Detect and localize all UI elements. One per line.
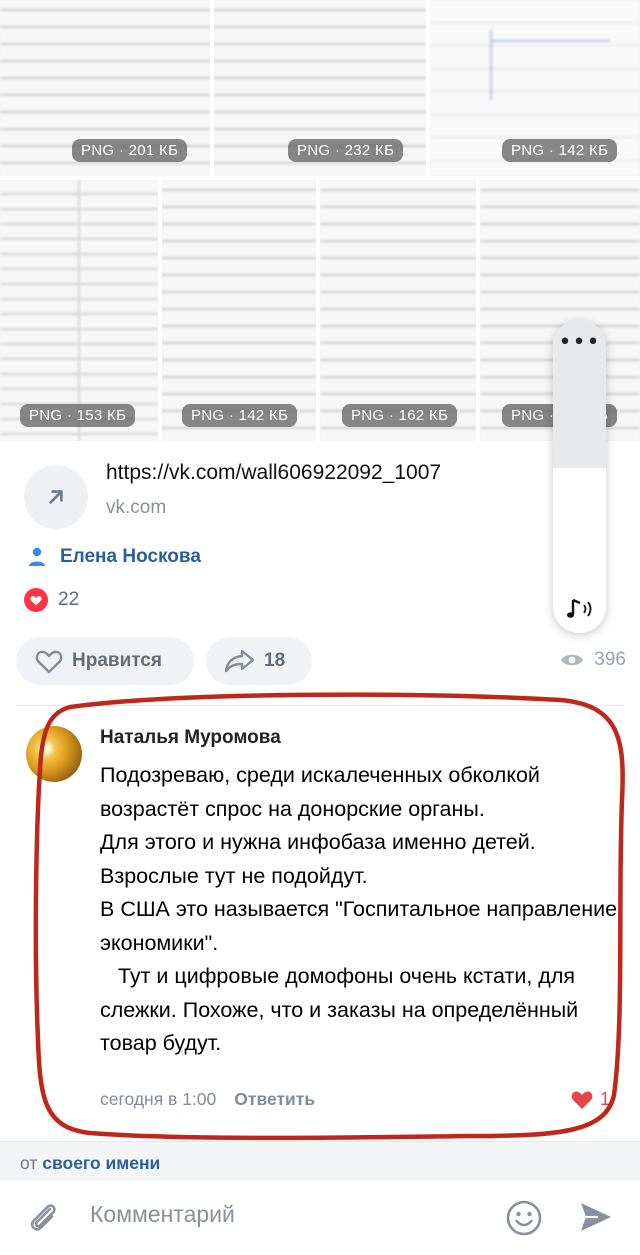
comment-text: Подозреваю, среди искалеченных обколкой … bbox=[100, 763, 618, 1055]
like-button-label: Нравится bbox=[72, 650, 162, 671]
comment-time: сегодня в 1:00 bbox=[100, 1089, 217, 1109]
heart-outline-icon bbox=[35, 650, 63, 674]
attachment-thumb[interactable]: PNG · 142 КБ bbox=[430, 0, 640, 180]
attachment-thumb[interactable]: PNG · 162 КБ bbox=[320, 180, 480, 445]
heart-filled-icon bbox=[571, 1091, 593, 1109]
file-size-badge: PNG · 162 КБ bbox=[342, 404, 458, 427]
file-size-badge: PNG · 153 КБ bbox=[20, 404, 136, 427]
like-button[interactable]: Нравится bbox=[16, 637, 194, 685]
more-menu-icon[interactable]: ••• bbox=[553, 330, 606, 355]
attachment-thumb[interactable]: PNG · 201 КБ bbox=[0, 0, 214, 180]
likes-count: 22 bbox=[58, 589, 80, 610]
link-url[interactable]: https://vk.com/wall606922092_1007 bbox=[106, 461, 441, 485]
reply-as-prefix: от bbox=[20, 1153, 38, 1173]
views-count: 396 bbox=[594, 649, 626, 670]
emoji-icon[interactable] bbox=[505, 1199, 543, 1241]
avatar[interactable] bbox=[26, 726, 82, 782]
file-size-badge: PNG · 201 КБ bbox=[72, 139, 188, 162]
share-arrow-icon bbox=[224, 649, 255, 673]
comment-input[interactable] bbox=[90, 1201, 490, 1228]
views-counter: 396 bbox=[560, 649, 626, 671]
post-action-bar: Нравится 18 396 bbox=[16, 637, 626, 687]
share-button[interactable]: 18 bbox=[206, 637, 312, 685]
comment-meta: сегодня в 1:00 Ответить bbox=[100, 1089, 315, 1110]
heart-badge-icon bbox=[24, 588, 48, 612]
attachment-thumb[interactable]: PNG · 142 КБ bbox=[162, 180, 320, 445]
attach-icon[interactable] bbox=[26, 1199, 60, 1241]
player-menu-area[interactable]: ••• bbox=[553, 320, 606, 468]
reply-button[interactable]: Ответить bbox=[234, 1089, 315, 1110]
send-icon[interactable] bbox=[578, 1199, 614, 1239]
comment-like-count: 1 bbox=[599, 1088, 610, 1109]
file-size-badge: PNG · 232 КБ bbox=[288, 139, 404, 162]
post-author[interactable]: Елена Носкова bbox=[28, 546, 201, 568]
attachment-thumb[interactable]: PNG · 232 КБ bbox=[214, 0, 430, 180]
external-link-icon bbox=[24, 465, 88, 529]
attachments-grid: PNG · 201 КБ PNG · 232 КБ PNG · 142 КБ P… bbox=[0, 0, 640, 445]
comment-composer bbox=[0, 1181, 640, 1255]
music-note-icon[interactable] bbox=[565, 597, 595, 627]
attachment-thumb[interactable]: PNG · 153 КБ bbox=[0, 180, 162, 445]
audio-player-panel[interactable]: ••• bbox=[553, 320, 606, 633]
eye-icon bbox=[561, 654, 584, 666]
divider bbox=[16, 705, 624, 706]
reply-as-selector[interactable]: своего имени bbox=[42, 1153, 160, 1173]
link-card[interactable]: https://vk.com/wall606922092_1007 vk.com bbox=[24, 455, 544, 529]
share-count: 18 bbox=[264, 650, 286, 671]
comment-author[interactable]: Наталья Муромова bbox=[100, 727, 281, 749]
file-size-badge: PNG · 142 КБ bbox=[502, 139, 618, 162]
file-size-badge: PNG · 142 КБ bbox=[182, 404, 298, 427]
link-domain: vk.com bbox=[106, 497, 167, 518]
reply-as-bar: от своего имени bbox=[0, 1141, 640, 1182]
comment-like-button[interactable]: 1 bbox=[570, 1088, 610, 1110]
user-icon bbox=[29, 547, 45, 566]
author-name[interactable]: Елена Носкова bbox=[60, 546, 201, 568]
post-likes-summary[interactable]: 22 bbox=[24, 588, 79, 612]
